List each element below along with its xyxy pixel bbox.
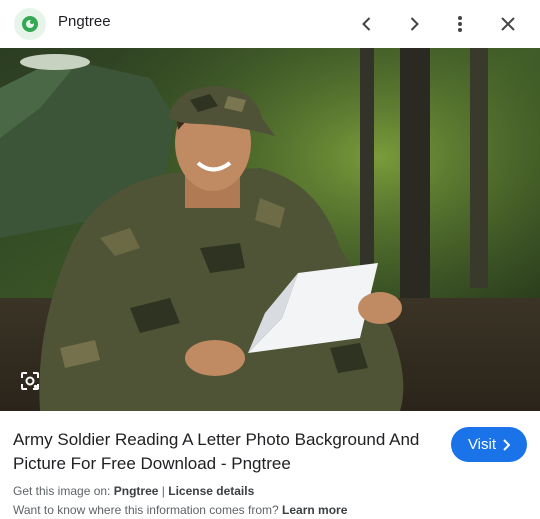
more-options-button[interactable] xyxy=(442,6,478,42)
lens-search-button[interactable] xyxy=(14,365,46,397)
image-source-line: Get this image on: Pngtree | License det… xyxy=(13,484,254,498)
result-title[interactable]: Army Soldier Reading A Letter Photo Back… xyxy=(13,428,438,476)
meta-prefix: Get this image on: xyxy=(13,484,111,498)
chevron-right-icon xyxy=(410,17,419,31)
site-name[interactable]: Pngtree xyxy=(58,13,111,30)
learn-more-link[interactable]: Learn more xyxy=(282,503,347,517)
top-bar: Pngtree xyxy=(0,0,540,48)
close-icon xyxy=(501,17,515,31)
next-button[interactable] xyxy=(396,6,432,42)
visit-label: Visit xyxy=(467,436,497,453)
meta-separator: | xyxy=(161,484,165,498)
license-details-link[interactable]: License details xyxy=(168,484,254,498)
source-info-line: Want to know where this information come… xyxy=(13,503,347,517)
close-button[interactable] xyxy=(490,6,526,42)
pngtree-logo-icon xyxy=(14,8,46,40)
site-link[interactable]: Pngtree xyxy=(114,484,159,498)
source-question: Want to know where this information come… xyxy=(13,503,279,517)
previous-button[interactable] xyxy=(349,6,385,42)
more-vert-icon xyxy=(458,16,462,32)
visit-button[interactable]: Visit xyxy=(451,427,527,462)
chevron-left-icon xyxy=(362,17,371,31)
chevron-right-icon xyxy=(503,438,511,451)
preview-image[interactable] xyxy=(0,48,540,411)
lens-search-icon xyxy=(21,372,39,390)
